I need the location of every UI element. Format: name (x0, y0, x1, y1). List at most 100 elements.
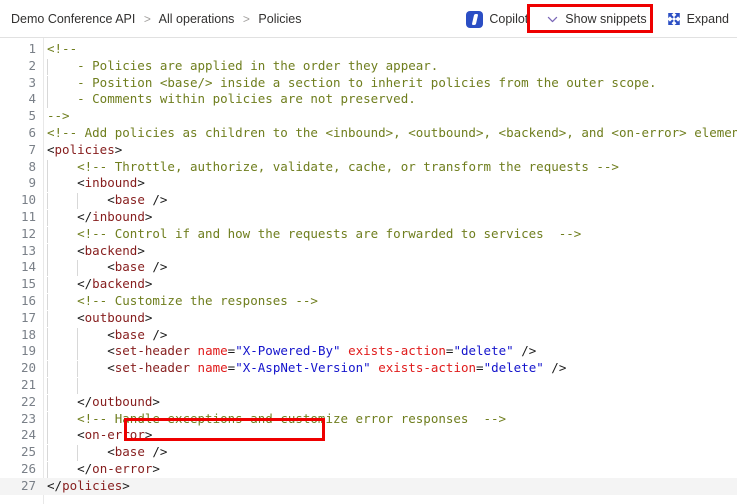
line-number: 6 (28, 124, 36, 140)
code-line-text: <base /> (107, 326, 168, 342)
code-line-text: <outbound> (77, 309, 153, 325)
expand-arrows-icon (667, 13, 680, 25)
code-line-text: <set-header name="X-AspNet-Version" exis… (107, 360, 567, 376)
code-line-text: </policies> (47, 477, 130, 493)
code-line[interactable]: 15 </backend> (0, 276, 737, 294)
show-snippets-button[interactable]: Show snippets (540, 7, 652, 31)
line-number: 18 (20, 326, 36, 342)
line-number: 4 (28, 91, 36, 107)
breadcrumb-item-api[interactable]: Demo Conference API (11, 12, 135, 26)
copilot-icon (466, 10, 484, 28)
code-line-text: </outbound> (77, 393, 160, 409)
breadcrumb-item-all-operations[interactable]: All operations (159, 12, 235, 26)
code-line-text: - Policies are applied in the order they… (47, 57, 439, 73)
line-number: 22 (20, 393, 36, 409)
code-line-text: - Comments within policies are not prese… (47, 91, 416, 107)
code-line[interactable]: 1 <!-- (0, 41, 737, 58)
show-snippets-label: Show snippets (565, 12, 647, 26)
line-number: 21 (20, 376, 36, 392)
line-number: 9 (28, 175, 36, 191)
copilot-button[interactable]: Copilot (460, 7, 534, 32)
breadcrumb-item-policies[interactable]: Policies (258, 12, 301, 26)
header-actions: Copilot Show snippets Expand (460, 0, 737, 38)
line-number: 24 (20, 427, 36, 443)
code-line-list: 1 <!-- 2 - Policies are applied in the ord… (0, 41, 737, 495)
policy-code-editor[interactable]: 1 <!-- 2 - Policies are applied in the ord… (0, 38, 737, 504)
code-line[interactable]: 8 <!-- Throttle, authorize, validate, ca… (0, 159, 737, 176)
breadcrumb-separator: > (242, 12, 250, 26)
line-number: 7 (28, 141, 36, 157)
code-line[interactable]: 10 <base /> (0, 192, 737, 210)
code-line-text: <on-error> (77, 427, 153, 443)
line-number: 25 (20, 444, 36, 460)
chevron-down-icon (548, 16, 558, 22)
indent-guide (77, 377, 78, 394)
code-line[interactable]: 3 - Position <base/> inside a section to… (0, 75, 737, 92)
code-line-text: <policies> (47, 141, 123, 157)
code-line[interactable]: 21 (0, 377, 737, 394)
code-line[interactable]: 24 <on-error> (0, 427, 737, 445)
code-line-text: <!-- Control if and how the requests are… (77, 225, 582, 241)
copilot-button-label: Copilot (489, 12, 529, 26)
line-number: 13 (20, 242, 36, 258)
line-number: 2 (28, 57, 36, 73)
breadcrumb-separator: > (143, 12, 151, 26)
code-line-text: <base /> (107, 259, 168, 275)
code-line-text: <base /> (107, 444, 168, 460)
code-line[interactable]: 2 - Policies are applied in the order th… (0, 58, 737, 75)
code-line-text: </inbound> (77, 208, 153, 224)
expand-button-label: Expand (686, 12, 729, 26)
code-line-text: <set-header name="X-Powered-By" exists-a… (107, 343, 537, 359)
code-line-text: </backend> (77, 276, 153, 292)
code-line[interactable]: 27 </policies> (0, 477, 737, 495)
code-line-text: <!-- Throttle, authorize, validate, cach… (77, 158, 619, 174)
code-line[interactable]: 4 - Comments within policies are not pre… (0, 91, 737, 109)
code-line-text: --> (47, 108, 70, 124)
code-line[interactable]: 23 <!-- Handle exceptions and customize … (0, 411, 737, 428)
line-number: 8 (28, 158, 36, 174)
code-line[interactable]: 6 <!-- Add policies as children to the <i… (0, 125, 737, 142)
line-number: 1 (28, 41, 36, 56)
code-line[interactable]: 20 <set-header name="X-AspNet-Version" e… (0, 360, 737, 378)
code-line[interactable]: 17 <outbound> (0, 310, 737, 327)
line-number: 3 (28, 74, 36, 90)
line-number: 15 (20, 276, 36, 292)
line-number: 14 (20, 259, 36, 275)
code-line[interactable]: 12 <!-- Control if and how the requests … (0, 226, 737, 243)
code-line-text: <backend> (77, 242, 145, 258)
code-line[interactable]: 18 <base /> (0, 327, 737, 344)
line-number: 27 (20, 477, 36, 493)
code-line-text: <inbound> (77, 175, 145, 191)
code-line-text: - Position <base/> inside a section to i… (47, 74, 657, 90)
code-line-text: <!-- Add policies as children to the <in… (47, 124, 737, 140)
code-line-text: </on-error> (77, 460, 160, 476)
line-number: 17 (20, 309, 36, 325)
code-line[interactable]: 9 <inbound> (0, 175, 737, 193)
code-line[interactable]: 22 </outbound> (0, 394, 737, 411)
line-number: 26 (20, 460, 36, 476)
expand-button[interactable]: Expand (661, 7, 735, 31)
code-line[interactable]: 14 <base /> (0, 259, 737, 277)
code-line[interactable]: 7 <policies> (0, 142, 737, 159)
code-line[interactable]: 5 --> (0, 108, 737, 125)
code-line[interactable]: 26 </on-error> (0, 461, 737, 478)
code-line[interactable]: 16 <!-- Customize the responses --> (0, 293, 737, 310)
code-line-text: <base /> (107, 192, 168, 208)
line-number: 20 (20, 360, 36, 376)
line-number: 16 (20, 292, 36, 308)
code-line[interactable]: 11 </inbound> (0, 209, 737, 226)
code-line-text: <!-- Customize the responses --> (77, 292, 318, 308)
page-header: Demo Conference API > All operations > P… (0, 0, 737, 38)
code-line[interactable]: 25 <base /> (0, 444, 737, 462)
line-number: 19 (20, 343, 36, 359)
line-number: 23 (20, 410, 36, 426)
line-number: 11 (20, 208, 36, 224)
code-line[interactable]: 19 <set-header name="X-Powered-By" exist… (0, 343, 737, 361)
line-number: 10 (20, 192, 36, 208)
code-line[interactable]: 13 <backend> (0, 243, 737, 260)
code-line-text: <!-- (47, 41, 78, 56)
indent-guide (47, 377, 48, 394)
line-number: 5 (28, 108, 36, 124)
line-number: 12 (20, 225, 36, 241)
breadcrumb: Demo Conference API > All operations > P… (11, 11, 301, 27)
